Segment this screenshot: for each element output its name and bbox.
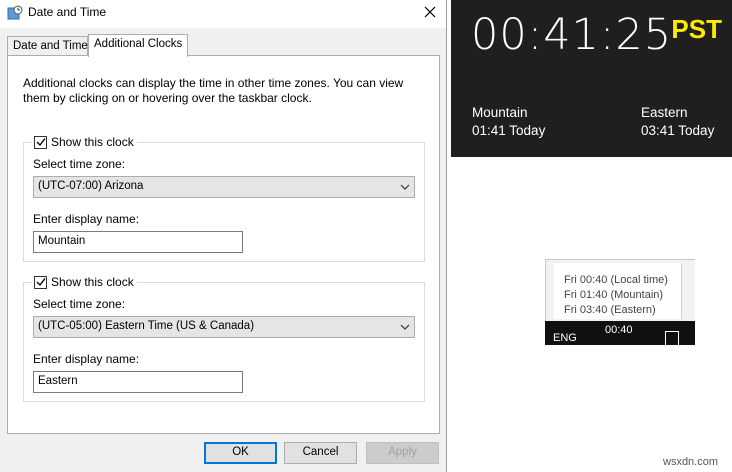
display-name-label-1: Enter display name: (33, 212, 140, 226)
timezone-annotation: PST (671, 14, 722, 44)
tooltip-body: Fri 00:40 (Local time) Fri 01:40 (Mounta… (554, 263, 682, 319)
show-clock-2[interactable]: Show this clock (32, 274, 137, 290)
close-icon (424, 6, 436, 21)
show-clock-1-label: Show this clock (51, 135, 134, 149)
tz-label-1: Select time zone: (33, 157, 126, 171)
checkmark-icon (36, 278, 46, 287)
screen: Date and Time Date and Time Additional C… (0, 0, 732, 472)
tooltip-line-local: Fri 00:40 (Local time) (564, 274, 668, 286)
display-name-input-1[interactable]: Mountain (33, 231, 243, 253)
flyout-clock-2-name: Eastern (641, 105, 688, 120)
tab-date-and-time[interactable]: Date and Time (7, 36, 88, 56)
display-name-label-2: Enter display name: (33, 352, 140, 366)
dialog-title: Date and Time (28, 5, 107, 19)
date-time-dialog: Date and Time Date and Time Additional C… (0, 0, 447, 472)
timezone-select-2[interactable]: (UTC-05:00) Eastern Time (US & Canada) (33, 316, 415, 338)
tooltip-line-eastern: Fri 03:40 (Eastern) (564, 304, 656, 316)
flyout-clock-2-time: 03:41 Today (641, 123, 715, 138)
timezone-select-1[interactable]: (UTC-07:00) Arizona (33, 176, 415, 198)
timezone-select-1-value: (UTC-07:00) Arizona (38, 180, 144, 192)
additional-clocks-panel: Additional clocks can display the time i… (7, 55, 440, 434)
show-clock-2-checkbox[interactable] (34, 275, 47, 289)
flyout-clock-1-time: 01:41 Today (472, 123, 546, 138)
clock-flyout: 00:41:25 PST Mountain 01:41 Today Easter… (451, 0, 732, 157)
notification-icon[interactable] (665, 331, 679, 345)
chevron-down-icon (400, 182, 410, 194)
tz-label-2: Select time zone: (33, 297, 126, 311)
show-clock-1-checkbox[interactable] (34, 135, 47, 149)
taskbar-clock[interactable]: 00:40 (605, 324, 633, 336)
taskbar-clock-tooltip: Fri 00:40 (Local time) Fri 01:40 (Mounta… (545, 259, 695, 321)
close-button[interactable] (414, 0, 446, 26)
flyout-current-time: 00:41:25 (471, 10, 673, 60)
intro-text: Additional clocks can display the time i… (23, 76, 404, 105)
chevron-down-icon (400, 322, 410, 334)
checkmark-icon (36, 138, 46, 147)
language-indicator[interactable]: ENG (553, 332, 577, 344)
title-bar: Date and Time (0, 0, 446, 28)
show-clock-2-label: Show this clock (51, 275, 134, 289)
apply-button[interactable]: Apply (366, 442, 439, 464)
tab-additional-clocks[interactable]: Additional Clocks (88, 34, 188, 57)
flyout-clock-1-name: Mountain (472, 105, 528, 120)
show-clock-1[interactable]: Show this clock (32, 134, 137, 150)
clock-group-1: Show this clock Select time zone: (UTC-0… (23, 134, 425, 262)
taskbar: ENG 00:40 (545, 321, 695, 345)
tooltip-line-mountain: Fri 01:40 (Mountain) (564, 289, 664, 301)
clock-app-icon (7, 5, 23, 21)
cancel-button[interactable]: Cancel (284, 442, 357, 464)
timezone-select-2-value: (UTC-05:00) Eastern Time (US & Canada) (38, 320, 255, 332)
display-name-input-2[interactable]: Eastern (33, 371, 243, 393)
watermark: wsxdn.com (663, 456, 719, 468)
clock-group-2: Show this clock Select time zone: (UTC-0… (23, 274, 425, 402)
ok-button[interactable]: OK (204, 442, 277, 464)
